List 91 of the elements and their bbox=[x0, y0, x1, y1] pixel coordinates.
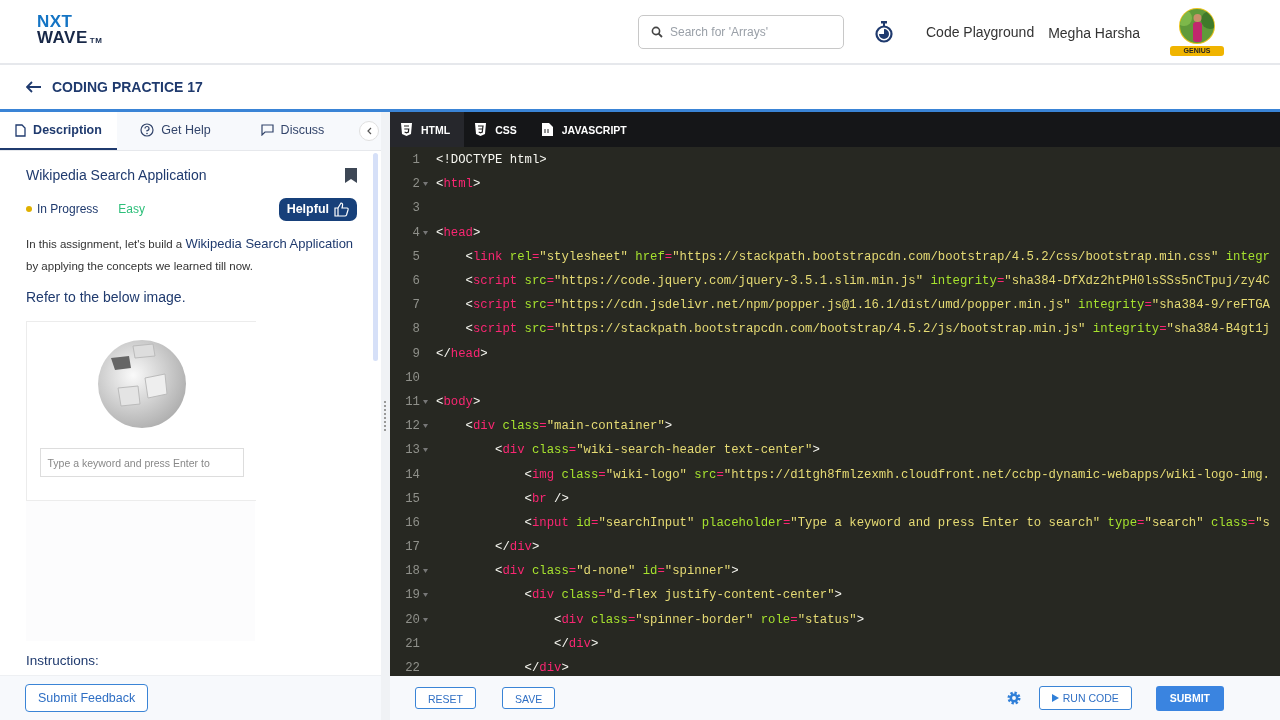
editor-tab[interactable]: HTML bbox=[390, 112, 465, 147]
chevron-left-icon bbox=[366, 127, 372, 135]
refer-text: Refer to the below image. bbox=[26, 289, 187, 305]
fold-arrow-icon[interactable] bbox=[423, 617, 428, 622]
problem-title: Wikipedia Search Application bbox=[26, 167, 207, 183]
file-icon bbox=[541, 123, 553, 136]
fold-arrow-icon[interactable] bbox=[423, 182, 428, 187]
panel-tab[interactable]: Get Help bbox=[117, 112, 234, 150]
difficulty-label: Easy bbox=[118, 202, 146, 216]
line-number: 7 bbox=[411, 298, 420, 313]
instructions-heading: Instructions: bbox=[26, 653, 100, 668]
fold-arrow-icon[interactable] bbox=[423, 569, 428, 574]
chat-icon bbox=[260, 124, 274, 136]
collapse-button[interactable] bbox=[359, 121, 379, 141]
code-line: <script src="https://stackpath.bootstrapcdn.com/bootstrap/4.5.2/js/bootstrap.min.js" integrity="sha384-B4gt1j bbox=[464, 322, 1270, 337]
line-number: 13 bbox=[404, 443, 420, 458]
line-number: 4 bbox=[411, 225, 420, 240]
code-line: <body> bbox=[436, 394, 481, 409]
helpful-button[interactable]: Helpful bbox=[278, 197, 357, 221]
line-number: 15 bbox=[404, 491, 420, 506]
line-number: 6 bbox=[411, 274, 420, 289]
search-field[interactable]: Search for 'Arrays' bbox=[638, 14, 844, 49]
editor-tab[interactable]: CSS bbox=[464, 112, 531, 147]
code-line: <script src="https://code.jquery.com/jquery-3.5.1.slim.min.js" integrity="sha384-DfXdz2htPH0lsSSs5nCTpuj/zy4C bbox=[464, 274, 1270, 289]
settings-icon[interactable] bbox=[1006, 691, 1021, 705]
status-label: In Progress bbox=[37, 202, 99, 216]
run-code-button[interactable]: RUN CODE bbox=[1038, 686, 1132, 710]
search-icon bbox=[651, 25, 663, 38]
submit-feedback-button[interactable]: Submit Feedback bbox=[25, 684, 149, 712]
line-number: 17 bbox=[404, 540, 420, 555]
status-dot bbox=[26, 206, 32, 212]
page-title: CODING PRACTICE 17 bbox=[52, 79, 203, 95]
line-number: 20 bbox=[404, 612, 420, 627]
intro-paragraph: In this assignment, let's build a Wikipedia Search Application by applying the concepts we learned till now. bbox=[26, 235, 355, 274]
line-number: 12 bbox=[404, 419, 420, 434]
line-number: 18 bbox=[404, 564, 420, 579]
line-number: 22 bbox=[404, 661, 420, 676]
css3-icon bbox=[475, 123, 487, 136]
thumbs-up-icon bbox=[334, 201, 349, 217]
code-line: <div class="main-container"> bbox=[464, 419, 673, 434]
resize-handle[interactable] bbox=[383, 401, 388, 431]
submit-button[interactable]: SUBMIT bbox=[1155, 685, 1224, 711]
fold-arrow-icon[interactable] bbox=[423, 399, 428, 404]
fold-arrow-icon[interactable] bbox=[423, 424, 428, 429]
code-line: <script src="https://cdn.jsdelivr.net/npm/popper.js@1.16.1/dist/umd/popper.min.js" integrity="sha384-9/reFTGA bbox=[464, 298, 1270, 313]
stopwatch-icon[interactable] bbox=[874, 20, 894, 43]
panel-tab[interactable]: Description bbox=[0, 112, 117, 150]
code-line: <img class="wiki-logo" src="https://d1tgh8fmlzexmh.cloudfront.net/ccbp-dynamic-webapps/wiki-logo-img. bbox=[523, 467, 1270, 482]
document-icon bbox=[15, 123, 27, 137]
code-line: </head> bbox=[436, 346, 488, 361]
reset-button[interactable]: RESET bbox=[415, 687, 476, 709]
code-line: <link rel="stylesheet" href="https://stackpath.bootstrapcdn.com/bootstrap/4.5.2/css/bootstrap.min.css" integr bbox=[464, 249, 1270, 264]
code-line: <input id="searchInput" placeholder="Type a keyword and press Enter to search" type="search" class="s bbox=[523, 515, 1270, 530]
line-number: 1 bbox=[411, 153, 420, 168]
line-number: 8 bbox=[411, 322, 420, 337]
code-playground-link[interactable]: Code Playground bbox=[926, 23, 1035, 40]
fold-arrow-icon[interactable] bbox=[423, 230, 428, 235]
panel-tab[interactable]: Discuss bbox=[234, 112, 351, 150]
nxtwave-logo[interactable]: NXT WAVE TM bbox=[37, 14, 103, 49]
line-number: 2 bbox=[411, 177, 420, 192]
line-number: 10 bbox=[404, 370, 420, 385]
code-line: <div class="wiki-search-header text-center"> bbox=[494, 443, 820, 458]
bookmark-icon[interactable] bbox=[345, 167, 357, 183]
help-icon bbox=[140, 123, 155, 137]
line-number: 11 bbox=[404, 394, 420, 409]
code-line: <!DOCTYPE html> bbox=[436, 153, 547, 168]
code-line: <div class="d-flex justify-content-center"> bbox=[523, 588, 842, 603]
back-arrow-icon[interactable] bbox=[26, 81, 42, 93]
line-number: 16 bbox=[404, 515, 420, 530]
editor-tab[interactable]: JAVASCRIPT bbox=[530, 112, 641, 147]
line-number: 14 bbox=[404, 467, 420, 482]
line-number: 9 bbox=[411, 346, 420, 361]
line-number: 21 bbox=[404, 636, 420, 651]
code-line: </div> bbox=[523, 661, 569, 676]
code-line: </div> bbox=[494, 540, 540, 555]
code-line: </div> bbox=[553, 636, 599, 651]
code-line: <html> bbox=[436, 177, 481, 192]
fold-arrow-icon[interactable] bbox=[423, 593, 428, 598]
code-line: <div class="spinner-border" role="status"> bbox=[553, 612, 865, 627]
line-number: 5 bbox=[411, 249, 420, 264]
code-line: <head> bbox=[436, 225, 481, 240]
play-icon bbox=[1051, 694, 1059, 702]
code-line: <div class="d-none" id="spinner"> bbox=[494, 564, 739, 579]
fold-arrow-icon[interactable] bbox=[423, 448, 428, 453]
html5-icon bbox=[401, 123, 412, 136]
scrollbar-thumb[interactable] bbox=[373, 153, 378, 361]
code-line: <br /> bbox=[523, 491, 569, 506]
save-button[interactable]: SAVE bbox=[502, 687, 556, 709]
line-number: 3 bbox=[411, 201, 420, 216]
line-number: 19 bbox=[404, 588, 420, 603]
user-name[interactable]: Megha Harsha bbox=[1048, 24, 1140, 41]
